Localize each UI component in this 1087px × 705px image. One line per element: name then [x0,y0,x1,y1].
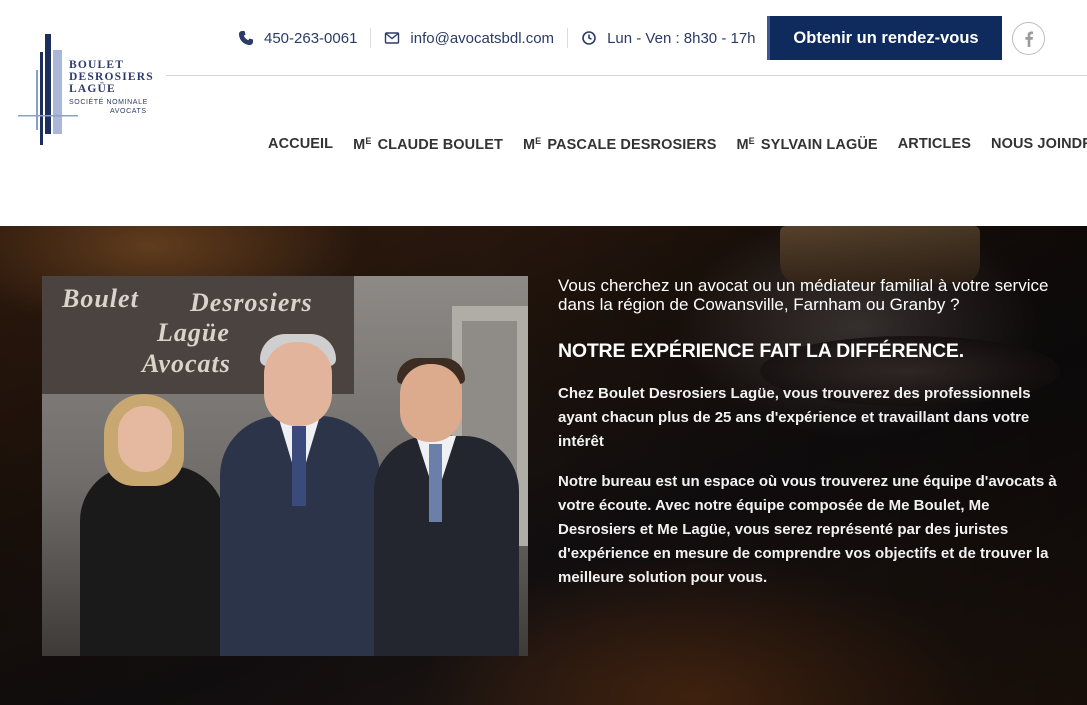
office-hours: Lun - Ven : 8h30 - 17h [607,29,756,47]
envelope-icon [384,30,400,46]
nav-claude-boulet[interactable]: ME CLAUDE BOULET [353,136,503,153]
contact-separator [567,28,569,48]
sign-text-avocats: Avocats [142,349,231,378]
nav-prefix: M [522,137,536,153]
nav-label: PASCALE DESROSIERS [543,137,717,153]
sign-text-desrosiers: Desrosiers [190,288,313,317]
hero-section: Boulet Desrosiers Lagüe Avocats Vous che… [0,226,1087,705]
hero-headline: NOTRE EXPÉRIENCE FAIT LA DIFFÉRENCE. [558,340,964,362]
nav-prefix-sup: E [748,136,755,146]
nav-prefix: M [353,137,366,153]
logo-subtitle: SOCIÉTÉ NOMINALE [69,99,148,106]
logo-subtitle-avocats: AVOCATS [110,108,147,115]
person-man-center-tie [292,426,306,506]
phone-number: 450-263-0061 [264,29,358,47]
site-header: BOULET DESROSIERS LAGÜE SOCIÉTÉ NOMINALE… [0,0,1087,226]
nav-prefix: M [736,137,749,153]
nav-label: ACCUEIL [268,136,334,152]
facebook-icon [1024,31,1033,47]
person-man-center-face [264,342,332,426]
nav-label: NOUS JOINDRE [991,136,1087,152]
nav-label: CLAUDE BOULET [373,137,503,153]
logo-line-desrosiers: DESROSIERS [69,71,154,83]
header-divider [166,75,1087,76]
phone-icon [238,30,254,46]
nav-accueil[interactable]: ACCUEIL [268,136,333,153]
main-navigation: ACCUEIL ME CLAUDE BOULET ME PASCALE DESR… [268,136,1087,153]
hero-intro: Vous cherchez un avocat ou un médiateur … [558,276,1049,314]
email-contact[interactable]: info@avocatsbdl.com [384,30,554,47]
sign-text-boulet: Boulet [62,284,139,313]
site-logo[interactable]: BOULET DESROSIERS LAGÜE SOCIÉTÉ NOMINALE… [18,32,168,147]
person-man-right-body [374,436,519,656]
hours-info: Lun - Ven : 8h30 - 17h [581,29,756,47]
hero-text-block: Vous cherchez un avocat ou un médiateur … [558,276,1058,590]
person-man-right-tie [429,444,442,522]
hero-paragraph-1: Chez Boulet Desrosiers Lagüe, vous trouv… [558,385,1031,450]
nav-prefix-sup: E [535,136,542,146]
nav-label: ARTICLES [897,136,971,152]
contact-separator [370,28,372,48]
logo-line-boulet: BOULET [69,59,125,71]
nav-articles[interactable]: ARTICLES [898,136,971,153]
logo-line-lague: LAGÜE [69,83,116,95]
person-man-right-face [400,364,462,442]
contact-bar: 450-263-0061 info@avocatsbdl.com Lun - V… [238,16,756,60]
nav-prefix-sup: E [365,136,372,146]
nav-label: SYLVAIN LAGÜE [756,137,878,153]
email-address: info@avocatsbdl.com [410,29,555,47]
book-appointment-button[interactable]: Obtenir un rendez-vous [767,16,1002,60]
nav-nous-joindre[interactable]: NOUS JOINDRE [991,136,1087,153]
sign-text-lague: Lagüe [157,318,230,347]
nav-pascale-desrosiers[interactable]: ME PASCALE DESROSIERS [523,136,717,153]
phone-contact[interactable]: 450-263-0061 [238,30,357,47]
facebook-link[interactable] [1012,22,1045,55]
hero-paragraph-2: Notre bureau est un espace où vous trouv… [558,473,1057,586]
person-woman-body [80,466,225,656]
person-woman-face [118,406,172,472]
nav-sylvain-lague[interactable]: ME SYLVAIN LAGÜE [736,136,877,153]
team-photo: Boulet Desrosiers Lagüe Avocats [42,276,528,656]
clock-icon [581,30,597,46]
